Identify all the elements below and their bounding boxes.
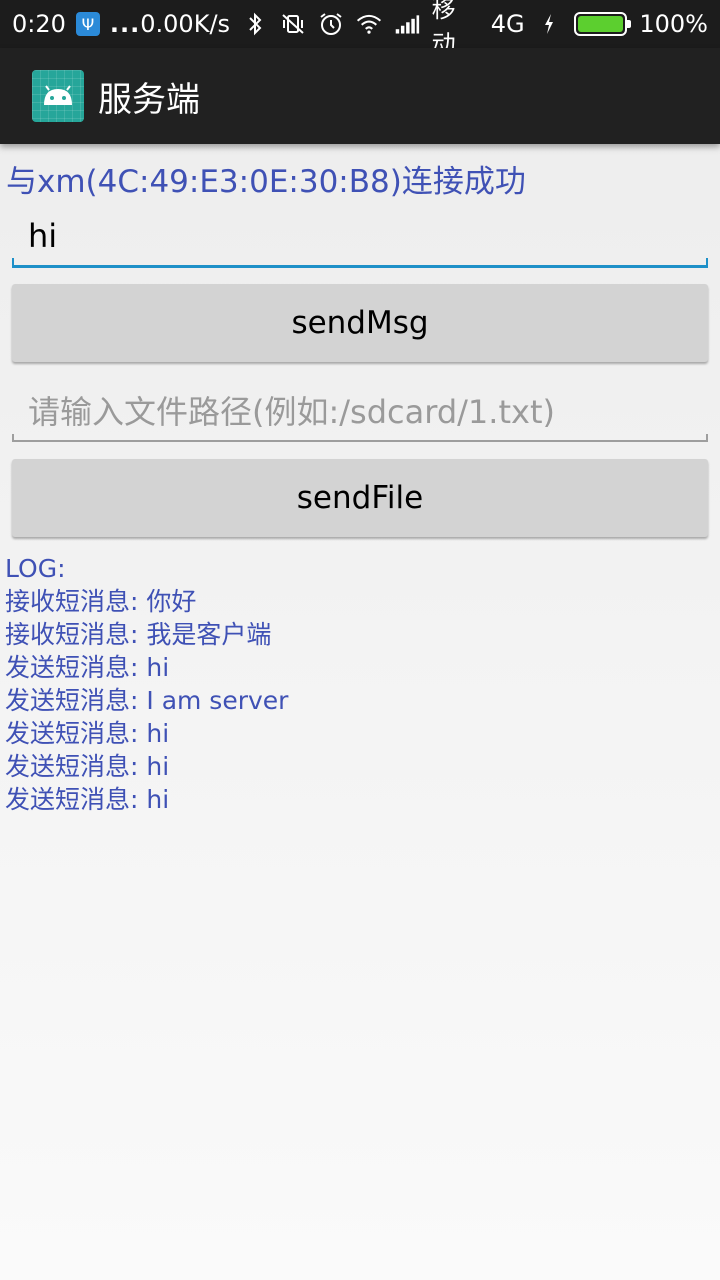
- file-path-input[interactable]: 请输入文件路径(例如:/sdcard/1.txt): [12, 380, 708, 442]
- log-line: 发送短消息: hi: [5, 653, 170, 682]
- signal-icon: [394, 11, 420, 37]
- log-line: 发送短消息: hi: [5, 785, 170, 814]
- log-line: 接收短消息: 我是客户端: [5, 620, 272, 649]
- log-header: LOG:: [5, 554, 66, 583]
- app-bar: 服务端: [0, 48, 720, 144]
- log-line: 接收短消息: 你好: [5, 587, 197, 616]
- log-line: 发送短消息: hi: [5, 752, 170, 781]
- connection-status: 与xm(4C:49:E3:0E:30:B8)连接成功: [6, 164, 526, 200]
- send-msg-button[interactable]: sendMsg: [12, 284, 708, 362]
- android-icon: [32, 70, 84, 122]
- wifi-icon: [356, 11, 382, 37]
- network-speed: 0.00K/s: [140, 10, 231, 38]
- message-input-value: hi: [28, 216, 58, 255]
- bluetooth-icon: [242, 11, 268, 37]
- more-notifications-icon: ...: [109, 10, 141, 38]
- send-file-button[interactable]: sendFile: [12, 459, 708, 537]
- battery-percent: 100%: [639, 10, 708, 38]
- usb-icon: Ψ: [75, 12, 100, 36]
- network-type: 4G: [490, 10, 525, 38]
- alarm-icon: [318, 11, 344, 37]
- message-input[interactable]: hi: [12, 206, 708, 268]
- battery-icon: [574, 12, 632, 36]
- charging-icon: [537, 11, 563, 37]
- status-time: 0:20: [12, 10, 66, 38]
- log-panel: LOG: 接收短消息: 你好 接收短消息: 我是客户端 发送短消息: hi 发送…: [5, 552, 288, 816]
- file-path-placeholder: 请输入文件路径(例如:/sdcard/1.txt): [28, 393, 555, 431]
- log-line: 发送短消息: I am server: [5, 686, 289, 715]
- app-title: 服务端: [98, 79, 200, 120]
- vibrate-off-icon: [280, 11, 306, 37]
- log-line: 发送短消息: hi: [5, 719, 170, 748]
- status-bar: 0:20 Ψ ... 0.00K/s 移动 4G 100%: [0, 0, 720, 58]
